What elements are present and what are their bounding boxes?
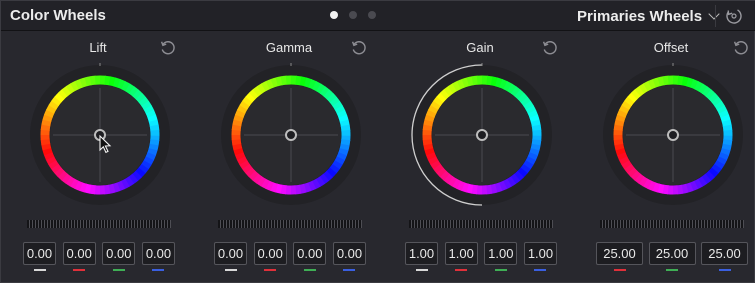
value-text: 0.00 <box>26 246 53 261</box>
value-text: 1.00 <box>448 246 474 261</box>
panel-title: Color Wheels <box>10 7 106 24</box>
wheel-title: Offset <box>653 40 689 55</box>
page-dot-1[interactable] <box>330 11 338 19</box>
channel-indicator-red <box>73 269 86 271</box>
value-field-red[interactable]: 25.00 <box>596 242 643 271</box>
value-field-master[interactable]: 0.00 <box>23 242 56 271</box>
channel-indicator-red <box>613 269 626 271</box>
value-text: 1.00 <box>527 246 554 261</box>
value-field-blue[interactable]: 1.00 <box>523 242 557 271</box>
wheel-reset-button[interactable] <box>350 39 368 57</box>
color-wheel[interactable] <box>27 62 173 208</box>
value-text: 0.00 <box>336 246 363 261</box>
wheel-values: 1.00 1.00 1.00 1.00 <box>405 242 557 271</box>
value-field-blue[interactable]: 0.00 <box>141 242 175 271</box>
value-field-green[interactable]: 0.00 <box>102 242 136 271</box>
page-dot-2[interactable] <box>349 11 357 19</box>
reset-icon <box>351 41 366 55</box>
value-field-green[interactable]: 1.00 <box>484 242 518 271</box>
value-text: 1.00 <box>408 246 435 261</box>
wheels-mode-label: Primaries Wheels <box>577 7 703 25</box>
page-dot-3[interactable] <box>368 11 376 19</box>
value-field-master[interactable]: 1.00 <box>405 242 438 271</box>
value-field-green[interactable]: 0.00 <box>293 242 327 271</box>
value-text: 25.00 <box>655 246 689 261</box>
wheel-slider[interactable] <box>23 217 175 231</box>
wheel-reset-button[interactable] <box>541 39 559 57</box>
channel-indicator-blue <box>718 269 731 271</box>
value-text: 1.00 <box>488 246 514 261</box>
value-field-green[interactable]: 25.00 <box>648 242 696 271</box>
reset-all-button[interactable] <box>719 4 749 28</box>
value-field-red[interactable]: 1.00 <box>444 242 478 271</box>
wheel-values: 25.00 25.00 25.00 <box>596 242 748 271</box>
value-field-blue[interactable]: 0.00 <box>332 242 366 271</box>
value-field-master[interactable]: 0.00 <box>214 242 247 271</box>
header-divider <box>715 5 716 27</box>
channel-indicator-master <box>224 269 237 271</box>
channel-indicator-master <box>415 269 428 271</box>
value-field-blue[interactable]: 25.00 <box>701 242 748 271</box>
wheel-values: 0.00 0.00 0.00 0.00 <box>214 242 366 271</box>
wheel-slider[interactable] <box>405 217 557 231</box>
wheel-gain: Gain 1.00 1.00 1.00 1.00 <box>391 31 581 283</box>
color-wheels-panel: Color Wheels Primaries Wheels Lift 0.00 0.… <box>0 0 755 283</box>
reset-all-icon <box>726 8 742 24</box>
wheel-reset-button[interactable] <box>159 39 177 57</box>
value-text: 0.00 <box>297 246 323 261</box>
channel-indicator-blue <box>534 269 547 271</box>
value-text: 0.00 <box>106 246 132 261</box>
color-wheel[interactable] <box>600 62 746 208</box>
color-wheel[interactable] <box>218 62 364 208</box>
value-text: 0.00 <box>145 246 172 261</box>
color-wheel[interactable] <box>409 62 555 208</box>
channel-indicator-green <box>494 269 507 271</box>
channel-indicator-red <box>264 269 277 271</box>
wheel-puck[interactable] <box>476 129 488 141</box>
value-text: 0.00 <box>66 246 92 261</box>
wheel-gamma: Gamma 0.00 0.00 0.00 0.00 <box>200 31 390 283</box>
wheel-lift: Lift 0.00 0.00 0.00 0.00 <box>9 31 199 283</box>
channel-indicator-blue <box>152 269 165 271</box>
wheel-reset-button[interactable] <box>732 39 750 57</box>
wheel-puck[interactable] <box>667 129 679 141</box>
panel-header: Color Wheels Primaries Wheels <box>1 1 755 31</box>
wheel-puck[interactable] <box>285 129 297 141</box>
reset-icon <box>542 41 557 55</box>
wheel-values: 0.00 0.00 0.00 0.00 <box>23 242 175 271</box>
channel-indicator-green <box>303 269 316 271</box>
value-text: 25.00 <box>603 246 636 261</box>
reset-icon <box>733 41 748 55</box>
reset-icon <box>160 41 175 55</box>
value-text: 0.00 <box>257 246 283 261</box>
wheel-slider[interactable] <box>214 217 366 231</box>
wheels-mode-dropdown[interactable]: Primaries Wheels <box>571 4 724 28</box>
channel-indicator-red <box>455 269 468 271</box>
channel-indicator-green <box>112 269 125 271</box>
channel-indicator-blue <box>343 269 356 271</box>
value-field-red[interactable]: 0.00 <box>253 242 287 271</box>
channel-indicator-green <box>666 269 678 271</box>
value-text: 25.00 <box>708 246 741 261</box>
channel-indicator-master <box>33 269 46 271</box>
wheel-slider[interactable] <box>596 217 748 231</box>
page-indicator <box>330 11 376 19</box>
wheel-offset: Offset 25.00 25.00 25.00 <box>582 31 755 283</box>
value-text: 0.00 <box>217 246 244 261</box>
value-field-red[interactable]: 0.00 <box>62 242 96 271</box>
